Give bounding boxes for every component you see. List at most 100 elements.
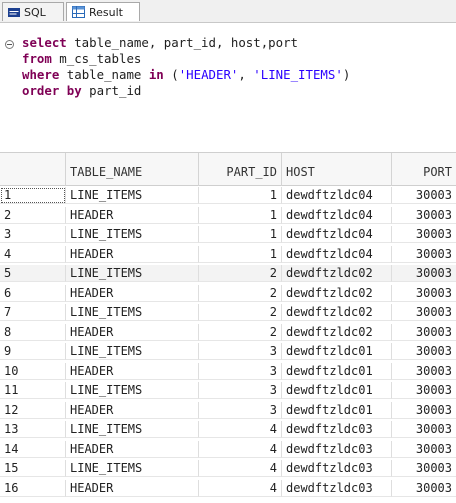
table-row[interactable]: 11 LINE_ITEMS 3 dewdftzldc01 30003 [0,382,456,399]
port-cell[interactable]: 30003 [392,441,456,458]
table-name-cell[interactable]: LINE_ITEMS [66,421,199,438]
part-id-cell[interactable]: 3 [199,343,282,360]
table-name-cell[interactable]: HEADER [66,440,199,458]
port-cell[interactable]: 30003 [392,304,456,321]
row-number-cell[interactable]: 2 [0,206,66,224]
host-cell[interactable]: dewdftzldc04 [282,245,392,263]
port-cell[interactable]: 30003 [392,460,456,477]
port-cell[interactable]: 30003 [392,480,456,497]
part-id-cell[interactable]: 3 [199,401,282,419]
part-id-cell[interactable]: 3 [199,382,282,399]
part-id-cell[interactable]: 2 [199,265,282,282]
part-id-cell[interactable]: 2 [199,284,282,302]
part-id-cell[interactable]: 4 [199,460,282,477]
host-cell[interactable]: dewdftzldc02 [282,323,392,341]
table-row[interactable]: 4 HEADER 1 dewdftzldc04 30003 [0,245,456,263]
table-row[interactable]: 12 HEADER 3 dewdftzldc01 30003 [0,401,456,419]
row-number-cell[interactable]: 6 [0,284,66,302]
row-number-cell[interactable]: 12 [0,401,66,419]
host-cell[interactable]: dewdftzldc04 [282,226,392,243]
table-name-cell[interactable]: HEADER [66,362,199,380]
host-cell[interactable]: dewdftzldc04 [282,187,392,204]
host-cell[interactable]: dewdftzldc03 [282,460,392,477]
table-name-cell[interactable]: HEADER [66,401,199,419]
row-number-cell[interactable]: 3 [0,226,66,243]
row-number-cell[interactable]: 9 [0,343,66,360]
table-row[interactable]: 15 LINE_ITEMS 4 dewdftzldc03 30003 [0,460,456,477]
part-id-cell[interactable]: 2 [199,304,282,321]
column-header-table-name[interactable]: TABLE_NAME [66,153,199,186]
column-header-host[interactable]: HOST [282,153,392,186]
port-cell[interactable]: 30003 [392,402,456,419]
row-number-cell[interactable]: 1 [0,187,66,204]
part-id-cell[interactable]: 4 [199,440,282,458]
table-row[interactable]: 7 LINE_ITEMS 2 dewdftzldc02 30003 [0,304,456,321]
port-cell[interactable]: 30003 [392,226,456,243]
column-header-row-number[interactable] [0,153,66,186]
table-name-cell[interactable]: HEADER [66,206,199,224]
row-number-cell[interactable]: 5 [0,265,66,282]
host-cell[interactable]: dewdftzldc01 [282,382,392,399]
host-cell[interactable]: dewdftzldc01 [282,401,392,419]
table-row[interactable]: 1 LINE_ITEMS 1 dewdftzldc04 30003 [0,187,456,204]
part-id-cell[interactable]: 1 [199,187,282,204]
collapse-fold-icon[interactable] [5,40,14,49]
column-header-port[interactable]: PORT [392,153,456,186]
host-cell[interactable]: dewdftzldc02 [282,265,392,282]
port-cell[interactable]: 30003 [392,421,456,438]
row-number-cell[interactable]: 13 [0,421,66,438]
host-cell[interactable]: dewdftzldc01 [282,362,392,380]
host-cell[interactable]: dewdftzldc02 [282,284,392,302]
table-row[interactable]: 2 HEADER 1 dewdftzldc04 30003 [0,206,456,224]
table-row[interactable]: 8 HEADER 2 dewdftzldc02 30003 [0,323,456,341]
part-id-cell[interactable]: 4 [199,421,282,438]
table-row[interactable]: 10 HEADER 3 dewdftzldc01 30003 [0,362,456,380]
sql-editor[interactable]: select table_name, part_id, host,port fr… [0,23,456,151]
table-name-cell[interactable]: HEADER [66,323,199,341]
table-row[interactable]: 3 LINE_ITEMS 1 dewdftzldc04 30003 [0,226,456,243]
port-cell[interactable]: 30003 [392,246,456,263]
tab-sql[interactable]: SQL [2,2,64,21]
port-cell[interactable]: 30003 [392,207,456,224]
table-row[interactable]: 14 HEADER 4 dewdftzldc03 30003 [0,440,456,458]
row-number-cell[interactable]: 11 [0,382,66,399]
table-name-cell[interactable]: LINE_ITEMS [66,343,199,360]
row-number-cell[interactable]: 8 [0,323,66,341]
host-cell[interactable]: dewdftzldc02 [282,304,392,321]
row-number-cell[interactable]: 15 [0,460,66,477]
table-name-cell[interactable]: HEADER [66,479,199,497]
port-cell[interactable]: 30003 [392,324,456,341]
table-row[interactable]: 5 LINE_ITEMS 2 dewdftzldc02 30003 [0,265,456,282]
row-number-cell[interactable]: 7 [0,304,66,321]
table-name-cell[interactable]: LINE_ITEMS [66,187,199,204]
table-name-cell[interactable]: LINE_ITEMS [66,226,199,243]
tab-result[interactable]: Result [66,2,140,21]
port-cell[interactable]: 30003 [392,363,456,380]
row-number-cell[interactable]: 10 [0,362,66,380]
table-row[interactable]: 6 HEADER 2 dewdftzldc02 30003 [0,284,456,302]
host-cell[interactable]: dewdftzldc03 [282,479,392,497]
row-number-cell[interactable]: 4 [0,245,66,263]
part-id-cell[interactable]: 4 [199,479,282,497]
row-number-cell[interactable]: 14 [0,440,66,458]
table-name-cell[interactable]: LINE_ITEMS [66,382,199,399]
host-cell[interactable]: dewdftzldc04 [282,206,392,224]
part-id-cell[interactable]: 1 [199,226,282,243]
port-cell[interactable]: 30003 [392,343,456,360]
host-cell[interactable]: dewdftzldc03 [282,440,392,458]
port-cell[interactable]: 30003 [392,382,456,399]
part-id-cell[interactable]: 1 [199,245,282,263]
table-name-cell[interactable]: LINE_ITEMS [66,265,199,282]
table-name-cell[interactable]: LINE_ITEMS [66,460,199,477]
part-id-cell[interactable]: 3 [199,362,282,380]
host-cell[interactable]: dewdftzldc01 [282,343,392,360]
host-cell[interactable]: dewdftzldc03 [282,421,392,438]
table-name-cell[interactable]: HEADER [66,284,199,302]
table-row[interactable]: 16 HEADER 4 dewdftzldc03 30003 [0,479,456,497]
table-name-cell[interactable]: HEADER [66,245,199,263]
table-row[interactable]: 13 LINE_ITEMS 4 dewdftzldc03 30003 [0,421,456,438]
part-id-cell[interactable]: 1 [199,206,282,224]
port-cell[interactable]: 30003 [392,265,456,282]
row-number-cell[interactable]: 16 [0,479,66,497]
column-header-part-id[interactable]: PART_ID [199,153,282,186]
